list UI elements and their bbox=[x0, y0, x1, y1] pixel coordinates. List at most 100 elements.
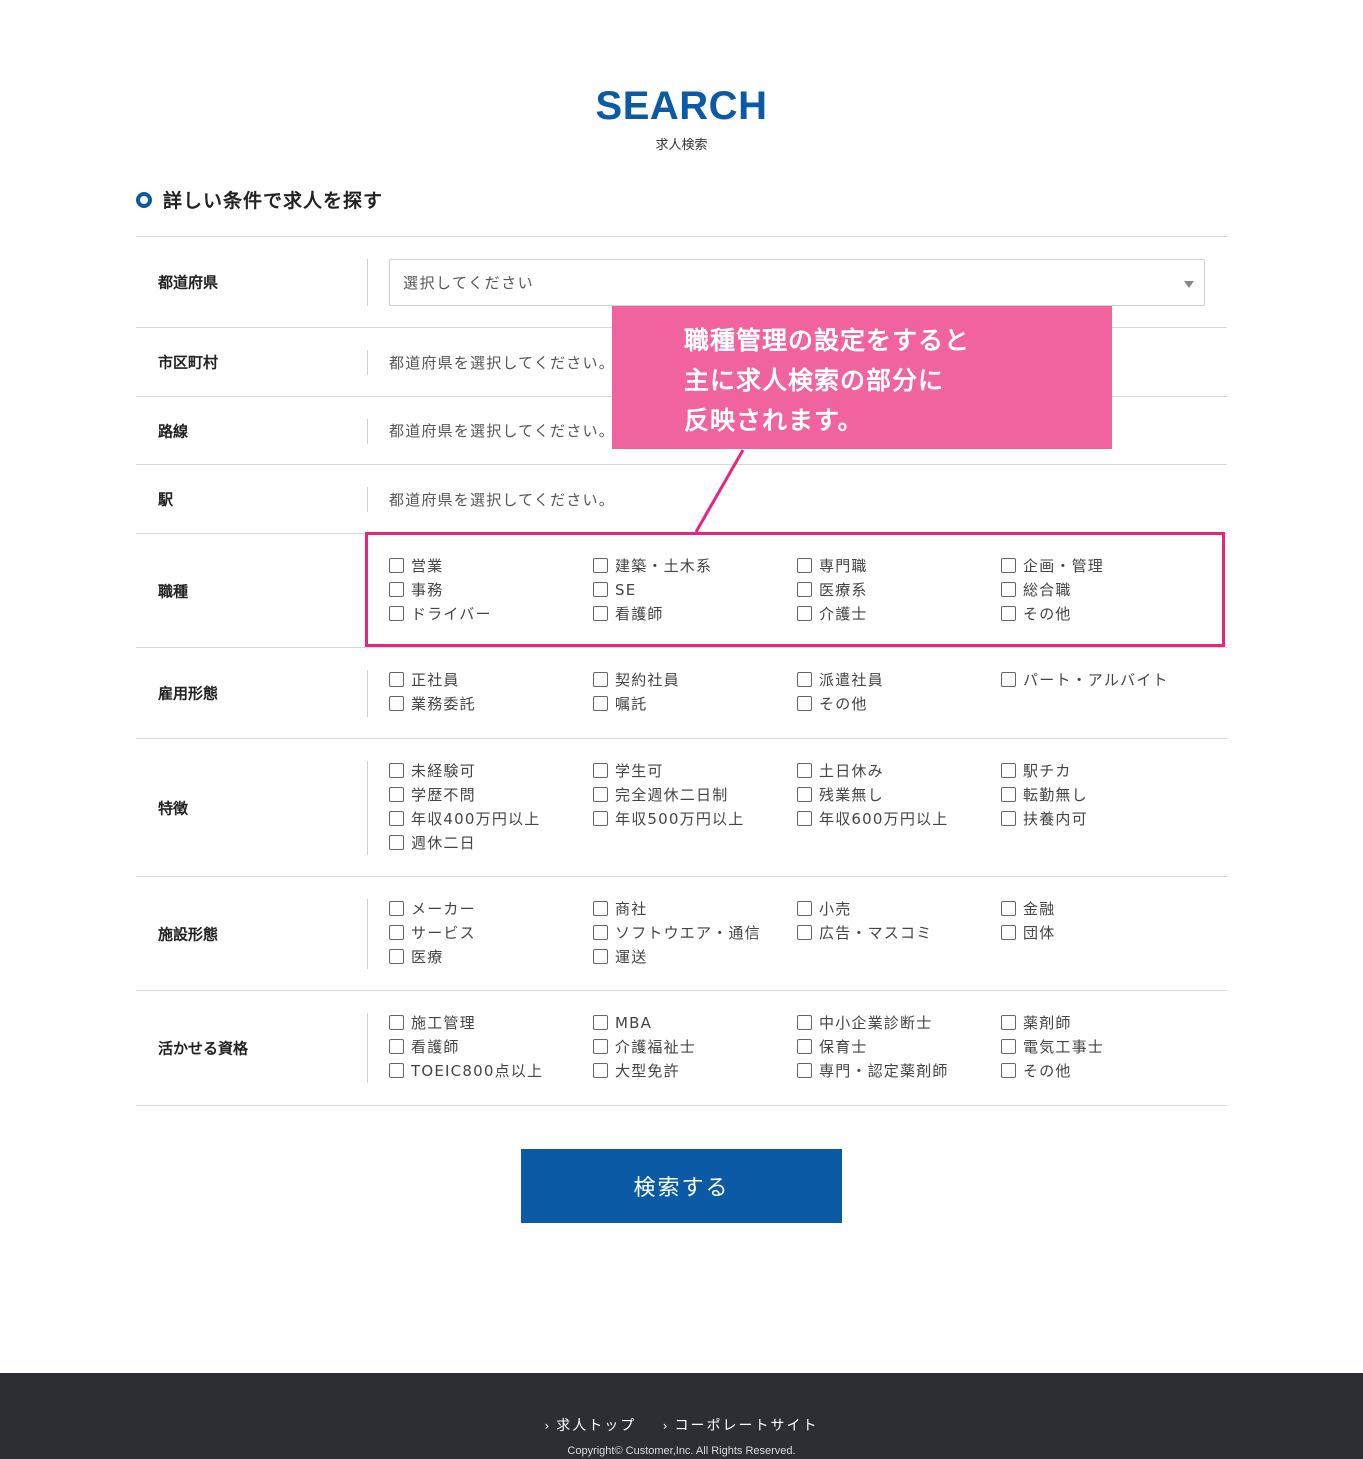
checkbox[interactable] bbox=[797, 1039, 812, 1054]
checkbox[interactable] bbox=[593, 582, 608, 597]
checkbox[interactable] bbox=[1001, 558, 1016, 573]
checkbox-option[interactable]: 正社員 bbox=[389, 670, 593, 689]
checkbox-option[interactable]: 企画・管理 bbox=[1001, 556, 1205, 575]
checkbox[interactable] bbox=[593, 606, 608, 621]
checkbox-option[interactable]: 介護福祉士 bbox=[593, 1037, 797, 1056]
checkbox-option[interactable]: 学歴不問 bbox=[389, 785, 593, 804]
checkbox-option[interactable]: MBA bbox=[593, 1013, 797, 1032]
checkbox[interactable] bbox=[389, 606, 404, 621]
checkbox-option[interactable]: 金融 bbox=[1001, 899, 1205, 918]
checkbox[interactable] bbox=[389, 582, 404, 597]
checkbox-option[interactable]: 総合職 bbox=[1001, 580, 1205, 599]
checkbox[interactable] bbox=[593, 901, 608, 916]
checkbox[interactable] bbox=[593, 1039, 608, 1054]
checkbox[interactable] bbox=[593, 558, 608, 573]
checkbox[interactable] bbox=[389, 925, 404, 940]
checkbox-option[interactable]: 大型免許 bbox=[593, 1061, 797, 1080]
checkbox-option[interactable]: 駅チカ bbox=[1001, 761, 1205, 780]
checkbox[interactable] bbox=[593, 696, 608, 711]
checkbox-option[interactable]: ソフトウエア・通信 bbox=[593, 923, 797, 942]
checkbox[interactable] bbox=[1001, 1015, 1016, 1030]
checkbox-option[interactable]: 介護士 bbox=[797, 604, 1001, 623]
checkbox[interactable] bbox=[389, 1039, 404, 1054]
checkbox[interactable] bbox=[593, 811, 608, 826]
checkbox-option[interactable]: 契約社員 bbox=[593, 670, 797, 689]
checkbox[interactable] bbox=[389, 763, 404, 778]
checkbox[interactable] bbox=[389, 901, 404, 916]
checkbox-option[interactable]: 転勤無し bbox=[1001, 785, 1205, 804]
checkbox-option[interactable]: 医療 bbox=[389, 947, 593, 966]
checkbox[interactable] bbox=[1001, 606, 1016, 621]
checkbox[interactable] bbox=[797, 1015, 812, 1030]
checkbox-option[interactable]: 専門職 bbox=[797, 556, 1001, 575]
checkbox[interactable] bbox=[593, 787, 608, 802]
checkbox[interactable] bbox=[389, 672, 404, 687]
checkbox-option[interactable]: 看護師 bbox=[389, 1037, 593, 1056]
checkbox[interactable] bbox=[797, 1063, 812, 1078]
checkbox-option[interactable]: 看護師 bbox=[593, 604, 797, 623]
checkbox[interactable] bbox=[593, 1063, 608, 1078]
footer-link-corporate[interactable]: › コーポレートサイト bbox=[663, 1418, 819, 1434]
checkbox[interactable] bbox=[1001, 1063, 1016, 1078]
checkbox[interactable] bbox=[1001, 787, 1016, 802]
checkbox-option[interactable]: メーカー bbox=[389, 899, 593, 918]
checkbox-option[interactable]: 医療系 bbox=[797, 580, 1001, 599]
checkbox-option[interactable]: その他 bbox=[1001, 604, 1205, 623]
checkbox-option[interactable]: 扶養内可 bbox=[1001, 809, 1205, 828]
checkbox[interactable] bbox=[389, 1063, 404, 1078]
checkbox-option[interactable]: 小売 bbox=[797, 899, 1001, 918]
checkbox[interactable] bbox=[797, 672, 812, 687]
checkbox[interactable] bbox=[797, 925, 812, 940]
checkbox[interactable] bbox=[389, 811, 404, 826]
checkbox-option[interactable]: TOEIC800点以上 bbox=[389, 1061, 593, 1080]
checkbox-option[interactable]: 施工管理 bbox=[389, 1013, 593, 1032]
footer-link-job-top[interactable]: › 求人トップ bbox=[544, 1418, 636, 1434]
checkbox-option[interactable]: その他 bbox=[1001, 1061, 1205, 1080]
checkbox[interactable] bbox=[1001, 925, 1016, 940]
checkbox-option[interactable]: 残業無し bbox=[797, 785, 1001, 804]
checkbox[interactable] bbox=[797, 606, 812, 621]
checkbox-option[interactable]: SE bbox=[593, 580, 797, 599]
checkbox[interactable] bbox=[1001, 1039, 1016, 1054]
checkbox[interactable] bbox=[797, 558, 812, 573]
checkbox-option[interactable]: 運送 bbox=[593, 947, 797, 966]
checkbox-option[interactable]: 週休二日 bbox=[389, 833, 593, 852]
prefecture-select[interactable]: 選択してください bbox=[389, 259, 1205, 306]
search-button[interactable]: 検索する bbox=[521, 1149, 842, 1223]
checkbox-option[interactable]: 事務 bbox=[389, 580, 593, 599]
checkbox-option[interactable]: 学生可 bbox=[593, 761, 797, 780]
checkbox-option[interactable]: 営業 bbox=[389, 556, 593, 575]
checkbox[interactable] bbox=[797, 763, 812, 778]
checkbox[interactable] bbox=[797, 811, 812, 826]
checkbox-option[interactable]: 中小企業診断士 bbox=[797, 1013, 1001, 1032]
checkbox-option[interactable]: サービス bbox=[389, 923, 593, 942]
checkbox[interactable] bbox=[593, 1015, 608, 1030]
checkbox[interactable] bbox=[593, 925, 608, 940]
checkbox-option[interactable]: ドライバー bbox=[389, 604, 593, 623]
checkbox-option[interactable]: 電気工事士 bbox=[1001, 1037, 1205, 1056]
checkbox[interactable] bbox=[1001, 582, 1016, 597]
checkbox-option[interactable]: 年収600万円以上 bbox=[797, 809, 1001, 828]
checkbox-option[interactable]: その他 bbox=[797, 694, 1001, 713]
checkbox-option[interactable]: 保育士 bbox=[797, 1037, 1001, 1056]
checkbox-option[interactable]: 派遣社員 bbox=[797, 670, 1001, 689]
checkbox-option[interactable]: 年収500万円以上 bbox=[593, 809, 797, 828]
checkbox-option[interactable]: 広告・マスコミ bbox=[797, 923, 1001, 942]
checkbox[interactable] bbox=[1001, 763, 1016, 778]
checkbox-option[interactable]: 業務委託 bbox=[389, 694, 593, 713]
checkbox-option[interactable]: 団体 bbox=[1001, 923, 1205, 942]
checkbox[interactable] bbox=[593, 763, 608, 778]
checkbox[interactable] bbox=[389, 558, 404, 573]
checkbox-option[interactable]: 未経験可 bbox=[389, 761, 593, 780]
checkbox[interactable] bbox=[593, 949, 608, 964]
checkbox[interactable] bbox=[797, 582, 812, 597]
checkbox[interactable] bbox=[389, 787, 404, 802]
checkbox[interactable] bbox=[797, 696, 812, 711]
checkbox[interactable] bbox=[797, 787, 812, 802]
checkbox[interactable] bbox=[389, 949, 404, 964]
checkbox[interactable] bbox=[593, 672, 608, 687]
checkbox-option[interactable]: 完全週休二日制 bbox=[593, 785, 797, 804]
checkbox[interactable] bbox=[1001, 811, 1016, 826]
checkbox-option[interactable]: 年収400万円以上 bbox=[389, 809, 593, 828]
checkbox[interactable] bbox=[389, 1015, 404, 1030]
